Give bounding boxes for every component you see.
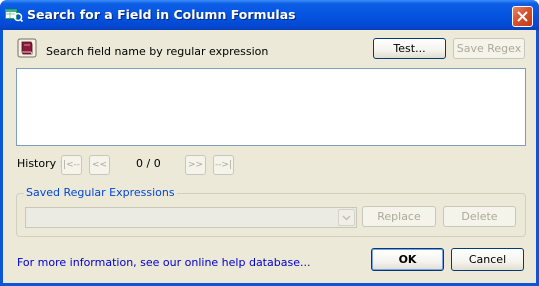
title-bar[interactable]: Search for a Field in Column Formulas [0,0,539,30]
history-next-button[interactable]: >> [185,155,206,175]
ok-button[interactable]: OK [371,248,444,271]
close-button[interactable] [512,6,533,27]
saved-regex-select[interactable] [25,207,357,228]
history-last-button[interactable]: -->| [213,155,234,175]
search-label: Search field name by regular expression [46,45,269,58]
regex-input[interactable] [16,68,526,146]
chevron-down-icon [342,215,351,221]
history-first-button[interactable]: |<-- [61,155,82,175]
help-book-icon[interactable] [17,38,37,58]
dialog-body: Search field name by regular expression … [3,30,536,283]
close-icon [517,11,528,22]
history-prev-button[interactable]: << [89,155,110,175]
dialog-window: Search for a Field in Column Formulas Se… [0,0,539,286]
window-title: Search for a Field in Column Formulas [27,7,296,22]
replace-button[interactable]: Replace [362,206,436,227]
dropdown-button[interactable] [338,209,355,226]
test-button[interactable]: Test... [373,38,446,59]
app-formula-icon [5,7,24,23]
save-regex-button[interactable]: Save Regex [453,38,525,59]
delete-button[interactable]: Delete [443,206,516,227]
cancel-button[interactable]: Cancel [451,248,524,271]
online-help-link[interactable]: For more information, see our online hel… [17,256,310,269]
history-count: 0 / 0 [136,157,161,170]
history-label: History : [17,157,64,170]
saved-regex-group-title: Saved Regular Expressions [24,186,177,199]
